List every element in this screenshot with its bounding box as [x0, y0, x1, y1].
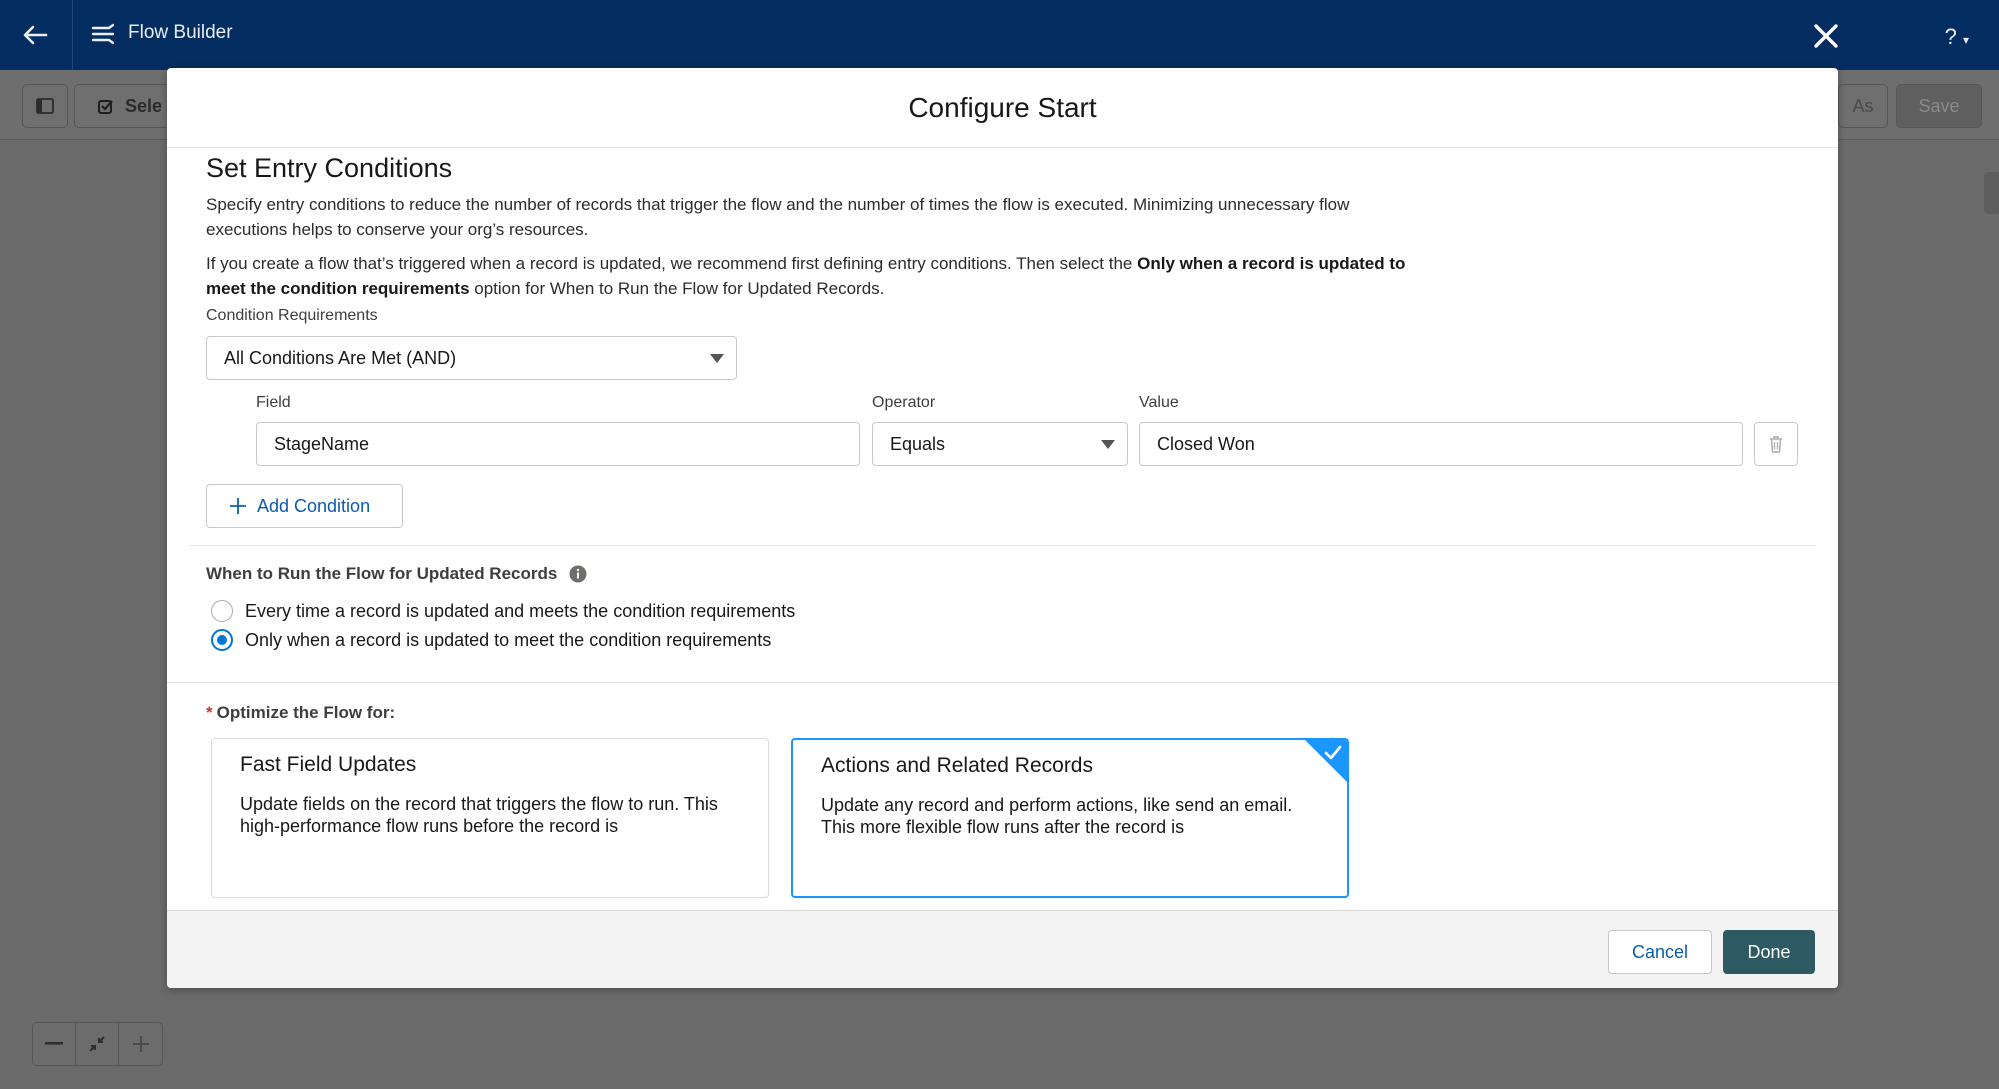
zoom-controls	[32, 1022, 163, 1066]
entry-conditions-recommendation: If you create a flow that’s triggered wh…	[206, 251, 1406, 301]
chevron-down-icon	[1101, 440, 1115, 449]
value-input[interactable]: Closed Won	[1139, 422, 1743, 466]
card-description: Update fields on the record that trigger…	[240, 794, 718, 836]
operator-select[interactable]: Equals	[872, 422, 1128, 466]
card-description: Update any record and perform actions, l…	[821, 795, 1293, 837]
value-label: Value	[1139, 394, 1179, 411]
select-icon	[98, 100, 113, 114]
flow-icon	[88, 20, 118, 50]
fast-field-updates-card[interactable]: Fast Field Updates Update fields on the …	[211, 738, 769, 898]
entry-conditions-description: Specify entry conditions to reduce the n…	[206, 195, 1350, 239]
field-value: StageName	[274, 433, 370, 454]
modal-title: Configure Start	[908, 91, 1097, 123]
app-title: Flow Builder	[128, 22, 233, 43]
radio-label: Every time a record is updated and meets…	[245, 600, 796, 621]
condition-requirements-select[interactable]: All Conditions Are Met (AND)	[206, 336, 737, 380]
zoom-out-button[interactable]	[33, 1023, 76, 1065]
section-divider	[189, 545, 1816, 546]
operator-label: Operator	[872, 394, 936, 411]
save-as-button[interactable]: As	[1838, 84, 1888, 128]
modal-header: Configure Start	[167, 68, 1838, 148]
save-as-label: As	[1852, 95, 1874, 116]
required-asterisk: *	[206, 703, 213, 722]
radio-only-when-updated[interactable]: Only when a record is updated to meet th…	[211, 627, 771, 653]
actions-related-records-card[interactable]: Actions and Related Records Update any r…	[791, 738, 1349, 898]
condition-requirements-value: All Conditions Are Met (AND)	[224, 347, 457, 368]
add-condition-label: Add Condition	[257, 495, 371, 516]
info-icon[interactable]	[569, 565, 587, 583]
help-icon[interactable]: ? ▾	[1945, 24, 1969, 50]
done-label: Done	[1747, 941, 1791, 962]
when-to-run-heading: When to Run the Flow for Updated Records	[206, 564, 587, 584]
app-header: Flow Builder ? ▾	[0, 0, 1999, 70]
zoom-in-button[interactable]	[119, 1023, 162, 1065]
configure-start-modal: Configure Start Set Entry Conditions Spe…	[167, 68, 1838, 988]
recommendation-text-start: If you create a flow that’s triggered wh…	[206, 254, 1138, 273]
value-value: Closed Won	[1157, 433, 1255, 454]
cancel-button[interactable]: Cancel	[1608, 930, 1712, 974]
trash-icon	[1770, 436, 1782, 453]
help-label: ?	[1944, 24, 1957, 49]
save-button[interactable]: Save	[1896, 84, 1982, 128]
card-title: Fast Field Updates	[240, 753, 417, 776]
card-title: Actions and Related Records	[821, 754, 1093, 777]
optimize-label: Optimize the Flow for:	[216, 703, 396, 722]
save-label: Save	[1918, 95, 1960, 116]
condition-requirements-label: Condition Requirements	[206, 307, 378, 324]
recommendation-text-end: option for When to Run the Flow for Upda…	[469, 279, 885, 298]
field-label: Field	[256, 394, 291, 411]
field-input[interactable]: StageName	[256, 422, 860, 466]
cancel-label: Cancel	[1631, 941, 1689, 962]
radio-button-selected[interactable]	[211, 629, 233, 651]
panel-icon	[36, 98, 54, 114]
plus-icon	[132, 1036, 149, 1052]
check-icon	[1324, 745, 1342, 760]
done-button[interactable]: Done	[1723, 930, 1815, 974]
minus-icon	[45, 1042, 63, 1045]
right-panel-tab[interactable]	[1984, 172, 1999, 214]
close-icon[interactable]	[1808, 18, 1844, 54]
radio-label: Only when a record is updated to meet th…	[245, 629, 772, 650]
section-divider	[167, 682, 1838, 683]
operator-value: Equals	[890, 433, 946, 454]
when-to-run-label: When to Run the Flow for Updated Records	[206, 564, 558, 583]
fit-view-button[interactable]	[76, 1023, 119, 1065]
modal-footer: Cancel Done	[167, 910, 1838, 988]
section-title: Set Entry Conditions	[206, 153, 453, 183]
toggle-panel-button[interactable]	[22, 84, 68, 128]
collapse-arrows-icon	[89, 1036, 105, 1052]
optimize-heading: * Optimize the Flow for:	[206, 703, 395, 723]
plus-icon	[230, 498, 246, 514]
delete-condition-button[interactable]	[1754, 422, 1798, 466]
radio-button[interactable]	[211, 600, 233, 622]
radio-every-time[interactable]: Every time a record is updated and meets…	[211, 598, 795, 624]
back-arrow-icon[interactable]	[18, 18, 52, 52]
header-divider	[72, 0, 73, 70]
modal-body[interactable]: Set Entry Conditions Specify entry condi…	[167, 148, 1838, 910]
add-condition-button[interactable]: Add Condition	[206, 484, 403, 528]
chevron-down-icon	[710, 354, 724, 363]
select-label: Sele	[125, 95, 163, 116]
